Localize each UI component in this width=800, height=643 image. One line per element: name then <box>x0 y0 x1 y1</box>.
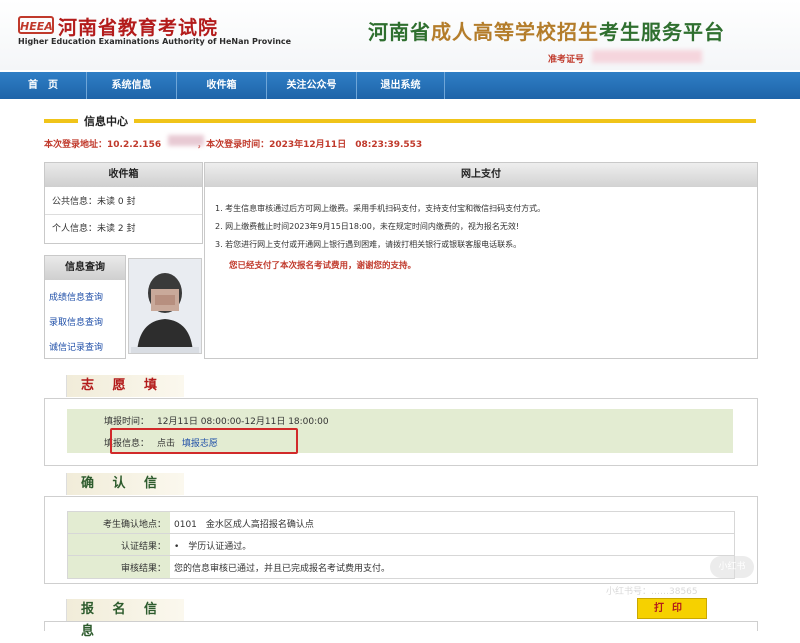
admission-query-link[interactable]: 录取信息查询 <box>49 315 103 328</box>
payment-title: 网上支付 <box>205 163 757 187</box>
confirm-divider <box>68 533 734 534</box>
confirm-table: 考生确认地点： 0101 金水区成人高招报名确认点 认证结果： • 学历认证通过… <box>67 511 735 579</box>
volunteer-time-value: 12月11日 08:00:00-12月11日 18:00:00 <box>157 417 329 427</box>
query-title: 信息查询 <box>45 256 125 280</box>
nav-logout[interactable]: 退出系统 <box>357 72 445 99</box>
nav-follow-account[interactable]: 关注公众号 <box>267 72 357 99</box>
org-name-en: Higher Education Examinations Authority … <box>18 37 292 46</box>
inbox-personal-messages[interactable]: 个人信息：未读 2 封 <box>45 216 202 242</box>
platform-title-service: 考生服务平台 <box>599 20 725 44</box>
certification-result-value: • 学历认证通过。 <box>174 542 252 552</box>
nav-home[interactable]: 首 页 <box>0 72 87 99</box>
inbox-title: 收件箱 <box>45 163 202 187</box>
payment-panel: 网上支付 1. 考生信息审核通过后方可网上缴费。采用手机扫码支付，支持支付宝和微… <box>204 162 758 359</box>
info-center-title: 信息中心 <box>78 113 134 129</box>
confirm-location-value: 0101 金水区成人高招报名确认点 <box>174 520 314 530</box>
photo-placeholder-icon <box>129 259 201 353</box>
page-header: HEEA 河南省教育考试院 Higher Education Examinati… <box>0 0 800 70</box>
main-nav: 首 页 系统信息 收件箱 关注公众号 退出系统 <box>0 72 800 99</box>
info-center-divider <box>44 119 756 123</box>
query-panel: 信息查询 成绩信息查询 录取信息查询 诚信记录查询 <box>44 255 126 359</box>
score-query-link[interactable]: 成绩信息查询 <box>49 290 103 303</box>
inbox-public-messages[interactable]: 公共信息：未读 0 封 <box>45 189 202 215</box>
fill-volunteer-highlight <box>110 428 298 454</box>
inbox-panel: 收件箱 公共信息：未读 0 封 个人信息：未读 2 封 <box>44 162 203 244</box>
confirm-section-title: 确 认 信 息 <box>66 473 184 513</box>
platform-title-province: 河南省 <box>368 20 431 44</box>
ip-redaction <box>168 135 204 146</box>
payment-note-3: 3. 若您进行网上支付或开通网上银行遇到困难，请拨打相关银行或银联客服电话联系。 <box>215 240 522 249</box>
integrity-query-link[interactable]: 诚信记录查询 <box>49 340 103 353</box>
org-name: 河南省教育考试院 <box>58 17 219 39</box>
nav-system-info[interactable]: 系统信息 <box>87 72 177 99</box>
org-logo: HEEA <box>18 16 54 34</box>
watermark-badge: 小红书 <box>710 556 754 578</box>
print-button[interactable]: 打印 <box>637 598 707 619</box>
payment-note-1: 1. 考生信息审核通过后方可网上缴费。采用手机扫码支付，支持支付宝和微信扫码支付… <box>215 204 546 213</box>
platform-title: 河南省成人高等学校招生考生服务平台 <box>368 16 725 45</box>
volunteer-time-label: 填报时间： <box>103 417 149 427</box>
registration-section-title: 报 名 信 息 <box>66 599 184 639</box>
nav-inbox[interactable]: 收件箱 <box>177 72 267 99</box>
volunteer-section-title: 志 愿 填 报 <box>66 375 184 415</box>
ticket-number-label: 准考证号 <box>548 55 585 65</box>
confirm-divider <box>68 555 734 556</box>
login-info: 本次登录地址：10.2.2.156 ，本次登录时间：2023年12月11日 08… <box>44 140 423 150</box>
candidate-photo <box>128 258 202 354</box>
ticket-number-redaction <box>592 50 702 63</box>
certification-result-label: 认证结果： <box>120 542 166 552</box>
payment-note-2: 2. 网上缴费截止时间2023年9月15日18:00，未在规定时间内缴费的，视为… <box>215 222 520 231</box>
platform-title-adult: 成人高等学校招生 <box>431 20 599 44</box>
review-result-label: 审核结果： <box>120 564 166 574</box>
confirm-section: 考生确认地点： 0101 金水区成人高招报名确认点 认证结果： • 学历认证通过… <box>44 496 758 584</box>
watermark-text: 小红书号：……38565 <box>606 587 698 597</box>
confirm-location-label: 考生确认地点： <box>102 520 166 530</box>
payment-success-message: 您已经支付了本次报名考试费用，谢谢您的支持。 <box>229 261 417 271</box>
review-result-value: 您的信息审核已通过，并且已完成报名考试费用支付。 <box>174 564 391 574</box>
